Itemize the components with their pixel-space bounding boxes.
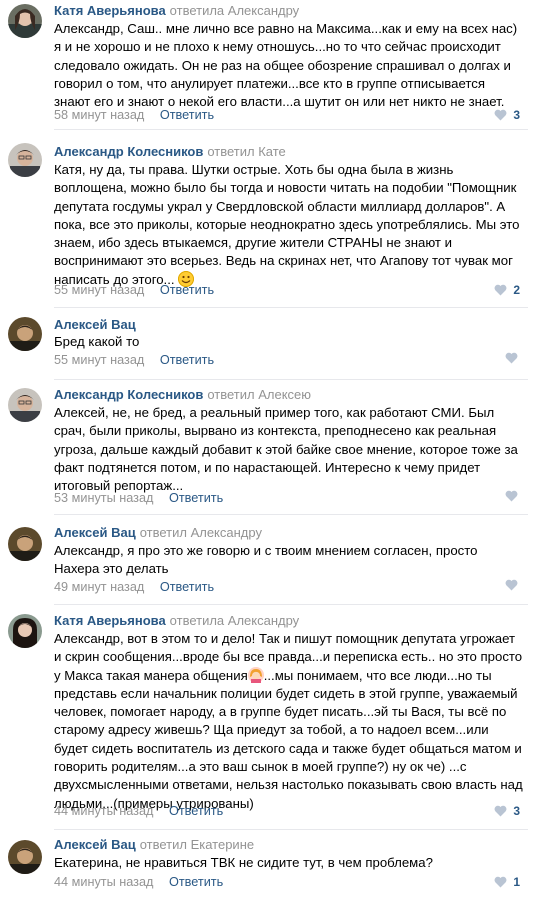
- like-count: 1: [513, 875, 520, 889]
- heart-icon: [494, 805, 507, 817]
- author-link[interactable]: Алексей Вац: [54, 525, 136, 540]
- like-button[interactable]: [505, 579, 518, 591]
- comment-text: Александр, вот в этом то и дело! Так и п…: [54, 630, 524, 813]
- author-link[interactable]: Катя Аверьянова: [54, 3, 166, 18]
- author-link[interactable]: Алексей Вац: [54, 837, 136, 852]
- comment-item: Александр Колесников ответил Алексею Але…: [0, 380, 540, 515]
- avatar[interactable]: [8, 4, 42, 38]
- timestamp[interactable]: 49 минут назад: [54, 580, 144, 594]
- comment-item: Алексей Вац ответил Александру Александр…: [0, 515, 540, 605]
- like-count: 3: [513, 108, 520, 122]
- like-button[interactable]: 3: [494, 107, 520, 123]
- comments-feed: Катя Аверьянова ответила Александру Алек…: [0, 0, 540, 898]
- author-link[interactable]: Алексей Вац: [54, 317, 136, 332]
- comment-header: Катя Аверьянова ответила Александру: [54, 613, 299, 629]
- like-button[interactable]: [505, 490, 518, 502]
- timestamp[interactable]: 44 минуты назад: [54, 875, 153, 889]
- avatar[interactable]: [8, 143, 42, 177]
- author-link[interactable]: Александр Колесников: [54, 144, 203, 159]
- like-count: 2: [513, 283, 520, 297]
- reply-button[interactable]: Ответить: [160, 283, 214, 297]
- comment-meta: 55 минут назад Ответить: [54, 282, 214, 298]
- comment-text: Катя, ну да, ты права. Шутки острые. Хот…: [54, 161, 524, 289]
- avatar[interactable]: [8, 388, 42, 422]
- comment-meta: 53 минуты назад Ответить: [54, 490, 223, 506]
- comment-header: Алексей Вац ответил Александру: [54, 525, 262, 541]
- comment-header: Александр Колесников ответил Кате: [54, 144, 286, 160]
- comment-text: Александр, я про это же говорю и с твоим…: [54, 543, 478, 577]
- comment-meta: 49 минут назад Ответить: [54, 579, 214, 595]
- comment-header: Алексей Вац ответил Екатерине: [54, 837, 254, 853]
- heart-icon: [505, 490, 518, 502]
- heart-icon: [494, 876, 507, 888]
- comment-text-part: ...мы понимаем, что все люди...но ты пре…: [54, 667, 523, 811]
- avatar[interactable]: [8, 840, 42, 874]
- avatar[interactable]: [8, 527, 42, 561]
- like-button[interactable]: [505, 352, 518, 364]
- comment-item: Катя Аверьянова ответила Александру Алек…: [0, 0, 540, 130]
- reply-to-label[interactable]: ответил Алексею: [207, 387, 311, 402]
- avatar[interactable]: [8, 614, 42, 648]
- comment-text-body: Катя, ну да, ты права. Шутки острые. Хот…: [54, 162, 520, 287]
- comment-item: Алексей Вац Бред какой то 55 минут назад…: [0, 308, 540, 380]
- reply-to-label[interactable]: ответила Александру: [170, 3, 300, 18]
- reply-button[interactable]: Ответить: [160, 580, 214, 594]
- like-button[interactable]: 3: [494, 803, 520, 819]
- heart-icon: [494, 284, 507, 296]
- avatar[interactable]: [8, 317, 42, 351]
- reply-to-label[interactable]: ответил Александру: [140, 525, 262, 540]
- comment-meta: 58 минут назад Ответить: [54, 107, 214, 123]
- timestamp[interactable]: 44 минуты назад: [54, 804, 153, 818]
- like-count: 3: [513, 804, 520, 818]
- heart-icon: [505, 352, 518, 364]
- timestamp[interactable]: 55 минут назад: [54, 353, 144, 367]
- timestamp[interactable]: 58 минут назад: [54, 108, 144, 122]
- author-link[interactable]: Александр Колесников: [54, 387, 203, 402]
- reply-button[interactable]: Ответить: [160, 353, 214, 367]
- reply-to-label[interactable]: ответил Екатерине: [140, 837, 254, 852]
- comment-text: Алексей, не, не бред, а реальный пример …: [54, 405, 518, 494]
- reply-to-label[interactable]: ответила Александру: [170, 613, 300, 628]
- comment-item: Александр Колесников ответил Кате Катя, …: [0, 130, 540, 308]
- woman-gesture-emoji: [247, 666, 264, 683]
- reply-button[interactable]: Ответить: [169, 875, 223, 889]
- comment-text: Екатерина, не нравиться ТВК не сидите ту…: [54, 855, 433, 870]
- comment-header: Алексей Вац: [54, 317, 136, 333]
- comment-meta: 44 минуты назад Ответить: [54, 803, 223, 819]
- reply-to-label[interactable]: ответил Кате: [207, 144, 285, 159]
- comment-text: Бред какой то: [54, 334, 140, 349]
- comment-header: Катя Аверьянова ответила Александру: [54, 3, 299, 19]
- reply-button[interactable]: Ответить: [160, 108, 214, 122]
- reply-button[interactable]: Ответить: [169, 804, 223, 818]
- like-button[interactable]: 2: [494, 282, 520, 298]
- timestamp[interactable]: 55 минут назад: [54, 283, 144, 297]
- heart-icon: [505, 579, 518, 591]
- author-link[interactable]: Катя Аверьянова: [54, 613, 166, 628]
- timestamp[interactable]: 53 минуты назад: [54, 491, 153, 505]
- comment-item: Алексей Вац ответил Екатерине Екатерина,…: [0, 830, 540, 898]
- like-button[interactable]: 1: [494, 874, 520, 890]
- comment-item: Катя Аверьянова ответила Александру Алек…: [0, 605, 540, 830]
- comment-meta: 55 минут назад Ответить: [54, 352, 214, 368]
- comment-meta: 44 минуты назад Ответить: [54, 874, 223, 890]
- reply-button[interactable]: Ответить: [169, 491, 223, 505]
- comment-text: Александр, Саш.. мне лично все равно на …: [54, 21, 518, 110]
- comment-header: Александр Колесников ответил Алексею: [54, 387, 311, 403]
- heart-icon: [494, 109, 507, 121]
